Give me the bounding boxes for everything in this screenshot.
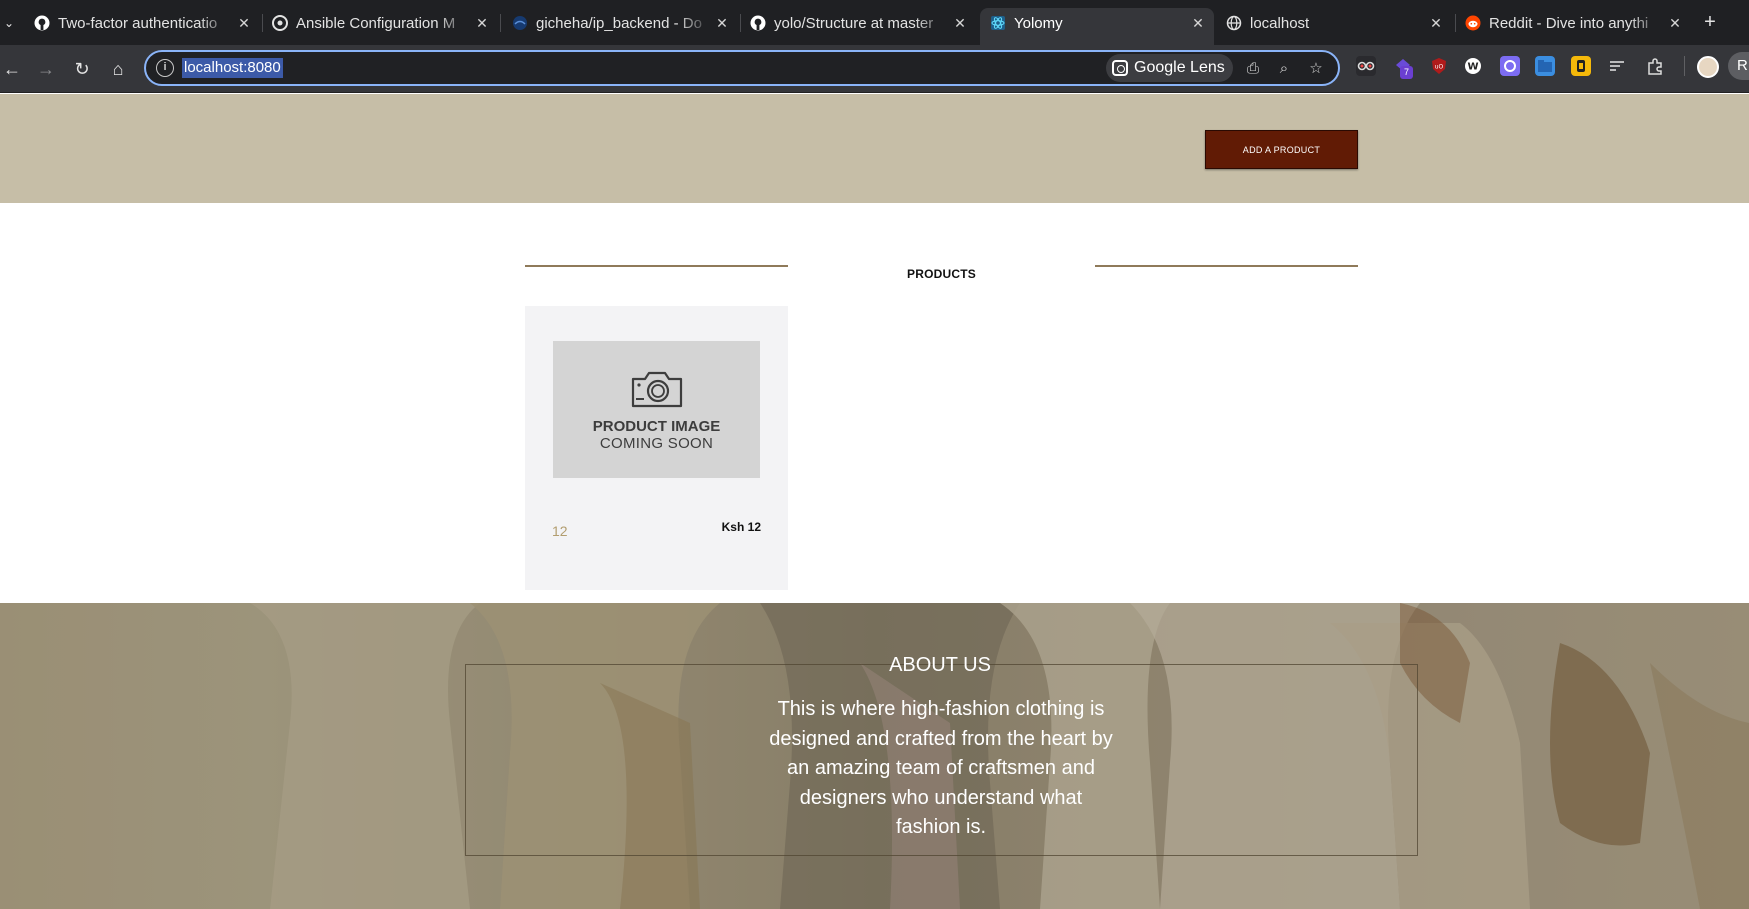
home-icon[interactable]: ⌂ — [106, 57, 130, 81]
url-text[interactable]: localhost:8080 — [182, 58, 283, 78]
blue-extension-icon[interactable] — [1535, 56, 1555, 76]
tab-two-factor[interactable]: Two-factor authenticatio ✕ — [34, 8, 254, 38]
lens-label: Google Lens — [1134, 59, 1225, 76]
section-rule-left — [525, 265, 788, 267]
tab-title: Yolomy — [1014, 14, 1063, 32]
product-price: Ksh 12 — [721, 520, 761, 534]
tab-search-dropdown[interactable]: ⌄ — [0, 12, 18, 34]
bookmark-star-icon[interactable]: ☆ — [1305, 58, 1327, 80]
close-icon[interactable]: ✕ — [1665, 15, 1685, 32]
glasses-extension-icon[interactable] — [1356, 56, 1376, 76]
new-tab-button[interactable]: + — [1700, 10, 1720, 34]
forward-arrow-icon[interactable]: → — [34, 57, 58, 81]
products-heading: PRODUCTS — [907, 267, 976, 281]
tab-reddit[interactable]: Reddit - Dive into anythi ✕ — [1465, 8, 1685, 38]
page-viewport: ADD A PRODUCT PRODUCTS PRODUCT IMAGE COM… — [0, 94, 1749, 909]
reading-list-icon[interactable] — [1607, 56, 1627, 76]
close-icon[interactable]: ✕ — [234, 15, 254, 32]
about-heading: ABOUT US — [889, 654, 991, 676]
tab-localhost[interactable]: localhost ✕ — [1226, 8, 1446, 38]
svg-text:W: W — [1467, 62, 1478, 73]
tab-yolomy[interactable]: Yolomy ✕ — [980, 8, 1214, 45]
extensions-puzzle-icon[interactable] — [1645, 56, 1665, 76]
address-bar[interactable]: i localhost:8080 Google Lens ⎙ ⌕ ☆ — [144, 50, 1340, 86]
close-icon[interactable]: ✕ — [950, 15, 970, 32]
add-product-button[interactable]: ADD A PRODUCT — [1205, 130, 1358, 169]
reload-icon[interactable]: ↻ — [70, 57, 94, 81]
globe-icon — [1226, 15, 1242, 31]
tab-divider — [262, 14, 263, 32]
placeholder-text-line2: COMING SOON — [599, 435, 714, 452]
tab-divider — [740, 14, 741, 32]
tab-yolo-structure[interactable]: yolo/Structure at master ✕ — [750, 8, 970, 38]
product-card[interactable]: PRODUCT IMAGE COMING SOON 12 Ksh 12 — [525, 306, 788, 590]
section-rule-right — [1095, 265, 1358, 267]
placeholder-text-line1: PRODUCT IMAGE — [592, 418, 721, 435]
avatar[interactable] — [1697, 56, 1719, 78]
tab-title: gicheha/ip_backend - Do — [536, 14, 702, 32]
profile-button[interactable]: R — [1728, 52, 1749, 80]
docker-icon — [513, 16, 527, 30]
browser-toolbar: ← → ↻ ⌂ i localhost:8080 Google Lens ⎙ ⌕… — [0, 45, 1749, 93]
tab-title: yolo/Structure at master — [774, 14, 934, 32]
react-icon — [991, 16, 1005, 30]
tab-docker[interactable]: gicheha/ip_backend - Do ✕ — [512, 8, 732, 38]
github-icon — [750, 15, 766, 31]
google-lens-button[interactable]: Google Lens — [1106, 54, 1233, 82]
github-icon — [34, 15, 50, 31]
toolbar-divider — [1684, 56, 1685, 76]
product-name: 12 — [552, 523, 568, 539]
hero-banner: ADD A PRODUCT — [0, 94, 1749, 203]
install-app-icon[interactable]: ⎙ — [1242, 58, 1264, 80]
yellow-extension-icon[interactable] — [1571, 56, 1591, 76]
about-section: ABOUT US This is where high-fashion clot… — [0, 603, 1749, 909]
tab-divider — [1455, 14, 1456, 32]
zoom-icon[interactable]: ⌕ — [1273, 58, 1295, 80]
tab-title: localhost — [1250, 14, 1310, 32]
close-icon[interactable]: ✕ — [1426, 15, 1446, 32]
product-image-placeholder[interactable]: PRODUCT IMAGE COMING SOON — [553, 341, 760, 478]
reddit-icon — [1465, 15, 1481, 31]
lens-icon — [1112, 60, 1128, 76]
violet-extension-icon[interactable] — [1500, 56, 1520, 76]
tab-title: Ansible Configuration M — [296, 14, 456, 32]
svg-text:uO: uO — [1435, 64, 1444, 71]
tab-title: Reddit - Dive into anythi — [1489, 14, 1649, 32]
back-arrow-icon[interactable]: ← — [0, 57, 24, 81]
camera-icon — [631, 371, 683, 408]
ublock-icon[interactable]: uO — [1429, 56, 1449, 76]
tab-title: Two-factor authenticatio — [58, 14, 218, 32]
ansible-icon — [272, 15, 288, 31]
tab-divider — [500, 14, 501, 32]
products-section: PRODUCTS PRODUCT IMAGE COMING SOON 12 Ks… — [0, 203, 1749, 603]
w-extension-icon[interactable]: W — [1463, 56, 1483, 76]
close-icon[interactable]: ✕ — [712, 15, 732, 32]
tab-ansible[interactable]: Ansible Configuration M ✕ — [272, 8, 492, 38]
site-info-icon[interactable]: i — [156, 59, 174, 77]
close-icon[interactable]: ✕ — [1188, 15, 1208, 32]
close-icon[interactable]: ✕ — [472, 15, 492, 32]
about-description: This is where high-fashion clothing is d… — [769, 698, 1113, 838]
browser-tab-strip: ⌄ Two-factor authenticatio ✕ Ansible Con… — [0, 0, 1749, 45]
extension-badge: 7 — [1400, 66, 1413, 79]
